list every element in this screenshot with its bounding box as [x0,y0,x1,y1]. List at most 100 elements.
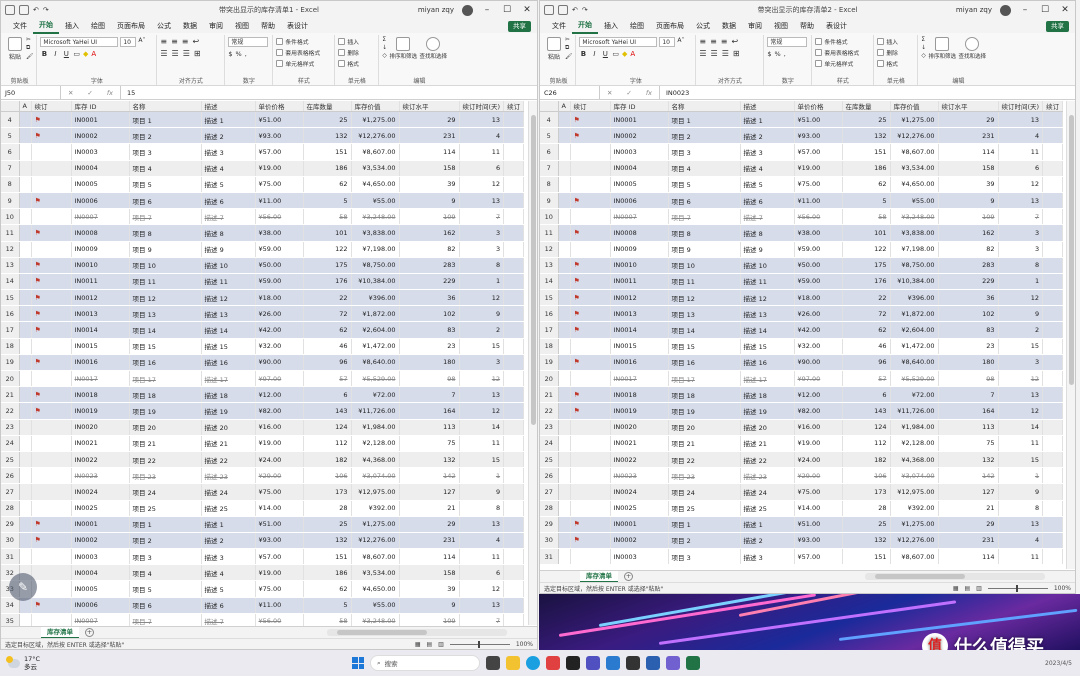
item-description-cell[interactable]: 描述 13 [201,305,256,323]
reorder-level-cell[interactable]: 102 [399,305,460,323]
table-row[interactable]: 30 ⚑ IN0002 项目 2 描述 2 ¥93.00 132 ¥12,276.00 231 4 [540,532,1064,550]
quantity-cell[interactable]: 122 [842,241,891,258]
item-description-cell[interactable]: 描述 5 [201,580,256,598]
column-header[interactable]: 续订 [31,101,72,112]
row-header[interactable]: 14 [1,273,20,291]
table-row[interactable]: 6 IN0003 项目 3 描述 3 ¥57.00 151 ¥8,607.00 114 11 [1,143,525,161]
reorder-days-cell[interactable]: 11 [459,548,505,566]
row-header[interactable]: 19 [540,354,559,372]
cell-a[interactable] [19,111,32,129]
align-center-icon[interactable]: ☰ [711,49,718,58]
save-icon[interactable] [19,5,29,15]
unit-price-cell[interactable]: ¥57.00 [255,143,304,161]
align-bottom-icon[interactable]: ≡ [721,37,728,46]
inventory-value-cell[interactable]: ¥1,872.00 [351,305,400,323]
cell-a[interactable] [19,127,32,145]
reorder-level-cell[interactable]: 75 [938,435,999,452]
cell-extra[interactable] [503,370,525,388]
item-name-cell[interactable]: 项目 7 [668,208,741,226]
cell-extra[interactable] [503,289,525,307]
column-header[interactable]: 描述 [201,101,256,112]
reorder-level-cell[interactable]: 164 [399,402,460,420]
item-name-cell[interactable]: 项目 4 [668,160,741,177]
cell-a[interactable] [558,160,571,177]
reorder-days-cell[interactable]: 8 [459,500,505,517]
cell-a[interactable] [558,273,571,291]
reorder-days-cell[interactable]: 12 [459,402,505,420]
reorder-level-cell[interactable]: 98 [399,370,460,388]
cell-a[interactable] [558,516,571,533]
cell-a[interactable] [19,386,32,404]
item-name-cell[interactable]: 项目 2 [129,127,202,145]
item-description-cell[interactable]: 描述 24 [201,483,256,501]
system-tray[interactable]: 2023/4/5 [1045,660,1072,667]
unit-price-cell[interactable]: ¥51.00 [794,111,843,129]
reorder-days-cell[interactable]: 14 [459,419,505,436]
cell-extra[interactable] [503,224,525,242]
inventory-id-cell[interactable]: IN0006 [71,192,130,210]
column-header[interactable]: 续订水平 [938,101,999,112]
cell-a[interactable] [558,451,571,469]
row-header[interactable]: 6 [1,143,20,161]
reorder-days-cell[interactable]: 1 [998,273,1044,291]
inventory-value-cell[interactable]: ¥10,384.00 [351,273,400,291]
column-header[interactable]: 在库数量 [303,101,352,112]
share-button[interactable]: 共享 [508,20,531,32]
table-row[interactable]: 27 IN0024 项目 24 描述 24 ¥75.00 173 ¥12,975.00 127… [1,483,525,501]
quantity-cell[interactable]: 173 [842,483,891,501]
item-description-cell[interactable]: 描述 12 [201,289,256,307]
row-header[interactable]: 12 [540,241,559,258]
reorder-days-cell[interactable]: 15 [459,338,505,355]
column-header[interactable]: 续订水平 [399,101,460,112]
cell-extra[interactable] [1042,451,1064,469]
table-row[interactable]: 4 ⚑ IN0001 项目 1 描述 1 ¥51.00 25 ¥1,275.00 29 13 [1,111,525,129]
inventory-table[interactable]: A 续订 库存 ID 名称 描述 单价价格 在库数量 库存价值 续订水平 续订时间(天) 续订 4 ⚑ I… [540,101,1064,566]
reorder-days-cell[interactable]: 4 [459,127,505,145]
item-description-cell[interactable]: 描述 22 [740,451,795,469]
item-description-cell[interactable]: 描述 15 [201,338,256,355]
item-description-cell[interactable]: 描述 1 [740,516,795,533]
item-name-cell[interactable]: 项目 6 [129,597,202,614]
item-description-cell[interactable]: 描述 1 [201,111,256,129]
flag-cell[interactable]: ⚑ [31,532,72,550]
flag-cell[interactable]: ⚑ [570,224,611,242]
inventory-id-cell[interactable]: IN0021 [610,435,669,452]
name-box[interactable]: C26 [540,86,600,99]
start-icon[interactable] [352,657,364,669]
select-all-corner[interactable] [1,101,20,112]
menu-tab-3[interactable]: 绘图 [85,19,111,33]
delete-button[interactable]: 删除 [877,48,898,57]
row-header[interactable]: 21 [540,386,559,404]
item-description-cell[interactable]: 描述 11 [201,273,256,291]
reorder-days-cell[interactable]: 12 [459,370,505,388]
excel-icon[interactable] [686,656,700,670]
flag-cell[interactable] [31,564,72,582]
zoom-slider[interactable] [987,585,1048,592]
flag-cell[interactable] [570,419,611,436]
cell-extra[interactable] [1042,273,1064,291]
column-header[interactable]: 续订时间(天) [459,101,505,112]
unit-price-cell[interactable]: ¥29.00 [255,467,304,485]
quantity-cell[interactable]: 22 [842,289,891,307]
item-description-cell[interactable]: 描述 8 [740,224,795,242]
quantity-cell[interactable]: 176 [303,273,352,291]
inventory-value-cell[interactable]: ¥396.00 [351,289,400,307]
cell-extra[interactable] [503,273,525,291]
table-row[interactable]: 28 IN0025 项目 25 描述 25 ¥14.00 28 ¥392.00 21 8 [1,500,525,517]
inventory-id-cell[interactable]: IN0004 [71,160,130,177]
item-description-cell[interactable]: 描述 17 [740,370,795,388]
copy-icon[interactable]: ⧉ [565,45,572,52]
row-header[interactable]: 29 [1,516,20,533]
unit-price-cell[interactable]: ¥75.00 [794,176,843,193]
table-row[interactable]: 5 ⚑ IN0002 项目 2 描述 2 ¥93.00 132 ¥12,276.00 231 4 [540,127,1064,145]
row-header[interactable]: 15 [1,289,20,307]
inventory-id-cell[interactable]: IN0024 [610,483,669,501]
unit-price-cell[interactable]: ¥24.00 [794,451,843,469]
inventory-id-cell[interactable]: IN0002 [71,127,130,145]
flag-cell[interactable] [31,160,72,177]
inventory-value-cell[interactable]: ¥392.00 [890,500,939,517]
quantity-cell[interactable]: 112 [842,435,891,452]
reorder-days-cell[interactable]: 4 [459,532,505,550]
quantity-cell[interactable]: 101 [842,224,891,242]
quantity-cell[interactable]: 122 [303,241,352,258]
